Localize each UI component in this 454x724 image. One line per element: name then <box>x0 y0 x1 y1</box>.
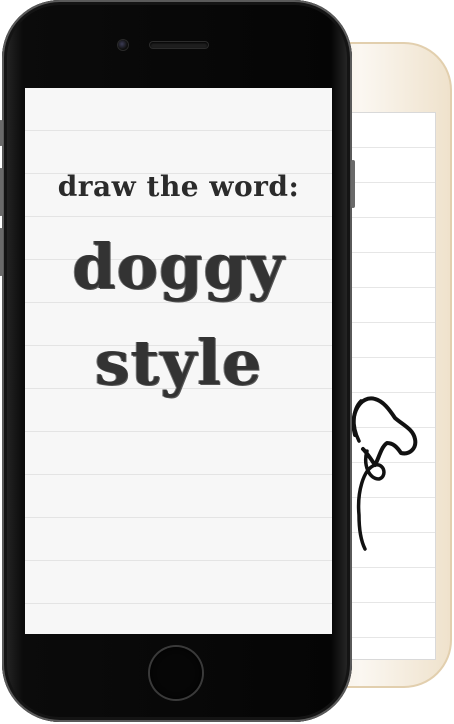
earpiece-speaker-icon <box>150 42 208 48</box>
silent-switch <box>0 120 3 146</box>
word-to-draw-line1: doggy <box>72 230 285 303</box>
word-to-draw-line2: style <box>94 326 263 399</box>
power-button[interactable] <box>351 160 355 208</box>
phone-screen: draw the word: doggy style <box>25 88 332 634</box>
volume-up-button[interactable] <box>0 168 3 216</box>
prompt-label: draw the word: <box>57 170 300 203</box>
front-camera-icon <box>118 40 128 50</box>
front-phone-frame: draw the word: doggy style <box>0 0 355 722</box>
dog-neck-stroke <box>356 449 386 551</box>
dog-head-stroke <box>351 396 418 467</box>
volume-down-button[interactable] <box>0 228 3 276</box>
home-button[interactable] <box>150 647 202 699</box>
